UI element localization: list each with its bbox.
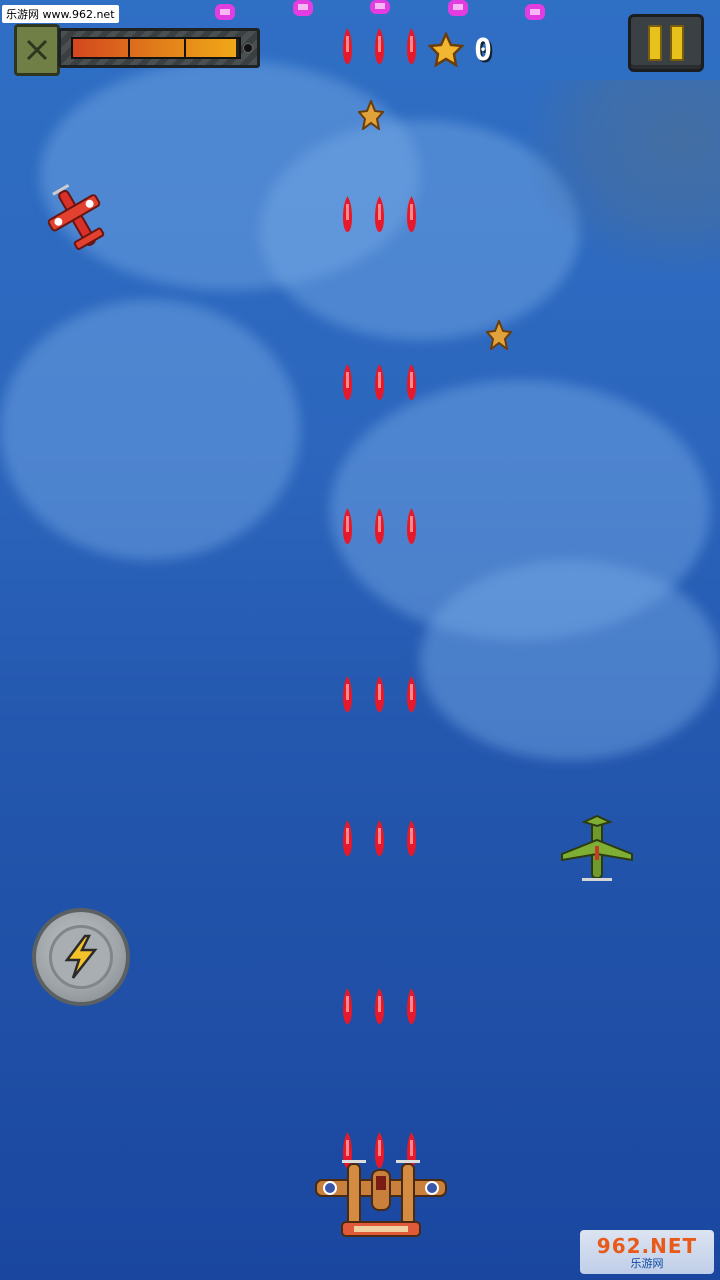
coastline — [520, 80, 720, 280]
fuel-can-icon — [14, 24, 60, 76]
fuel-gauge-knob — [243, 43, 253, 53]
enemy-shot — [370, 0, 390, 14]
fuel-gauge — [58, 28, 260, 68]
enemy-shot — [448, 0, 468, 16]
score-display: 0 — [428, 32, 492, 68]
player-bullet — [343, 508, 352, 544]
bomb-button-inner — [49, 925, 113, 989]
bomb-button[interactable] — [32, 908, 130, 1006]
player-bullet — [375, 988, 384, 1024]
watermark-subtitle: 乐游网 — [630, 1256, 664, 1270]
enemy-shot — [293, 0, 313, 16]
player-bullet — [343, 364, 352, 400]
player-bullet — [343, 196, 352, 232]
player-bullet — [375, 820, 384, 856]
pickup-star-icon[interactable] — [486, 320, 512, 350]
enemy-shot — [215, 4, 235, 20]
player-bullet — [375, 508, 384, 544]
player-bullet — [375, 28, 384, 64]
game-stage[interactable]: 0 乐游网 www.962.net 962.NET 乐游网 — [0, 0, 720, 1280]
player-bullet — [343, 820, 352, 856]
pause-icon — [648, 25, 662, 61]
watermark-top: 乐游网 www.962.net — [2, 5, 119, 23]
player-bullet — [375, 364, 384, 400]
enemy-shot — [525, 4, 545, 20]
fuel-fill — [73, 39, 236, 57]
enemy-green-plane — [561, 814, 633, 881]
pause-icon — [670, 25, 684, 61]
lightning-bolt-icon — [64, 934, 98, 979]
player-bullet — [407, 508, 416, 544]
pause-button[interactable] — [628, 14, 704, 72]
cloud — [420, 560, 720, 760]
player-bullet — [407, 28, 416, 64]
watermark-badge: 962.NET 乐游网 — [580, 1230, 714, 1274]
player-plane[interactable] — [314, 1156, 448, 1248]
player-bullet — [343, 988, 352, 1024]
player-bullet — [375, 676, 384, 712]
watermark-logo: 962.NET — [596, 1233, 698, 1258]
cloud — [0, 300, 300, 560]
player-bullet — [407, 676, 416, 712]
player-bullet — [343, 676, 352, 712]
fuel-segment-divider — [184, 39, 186, 57]
fuel-track — [71, 37, 241, 59]
enemy-red-plane — [47, 184, 105, 251]
player-bullet — [375, 196, 384, 232]
score-value: 0 — [474, 32, 493, 68]
player-bullet — [407, 988, 416, 1024]
player-bullet — [407, 820, 416, 856]
pickup-star-icon[interactable] — [358, 100, 384, 130]
star-icon — [428, 32, 464, 68]
fuel-segment-divider — [128, 39, 130, 57]
player-bullet — [407, 364, 416, 400]
player-bullet — [407, 196, 416, 232]
player-bullet — [343, 28, 352, 64]
